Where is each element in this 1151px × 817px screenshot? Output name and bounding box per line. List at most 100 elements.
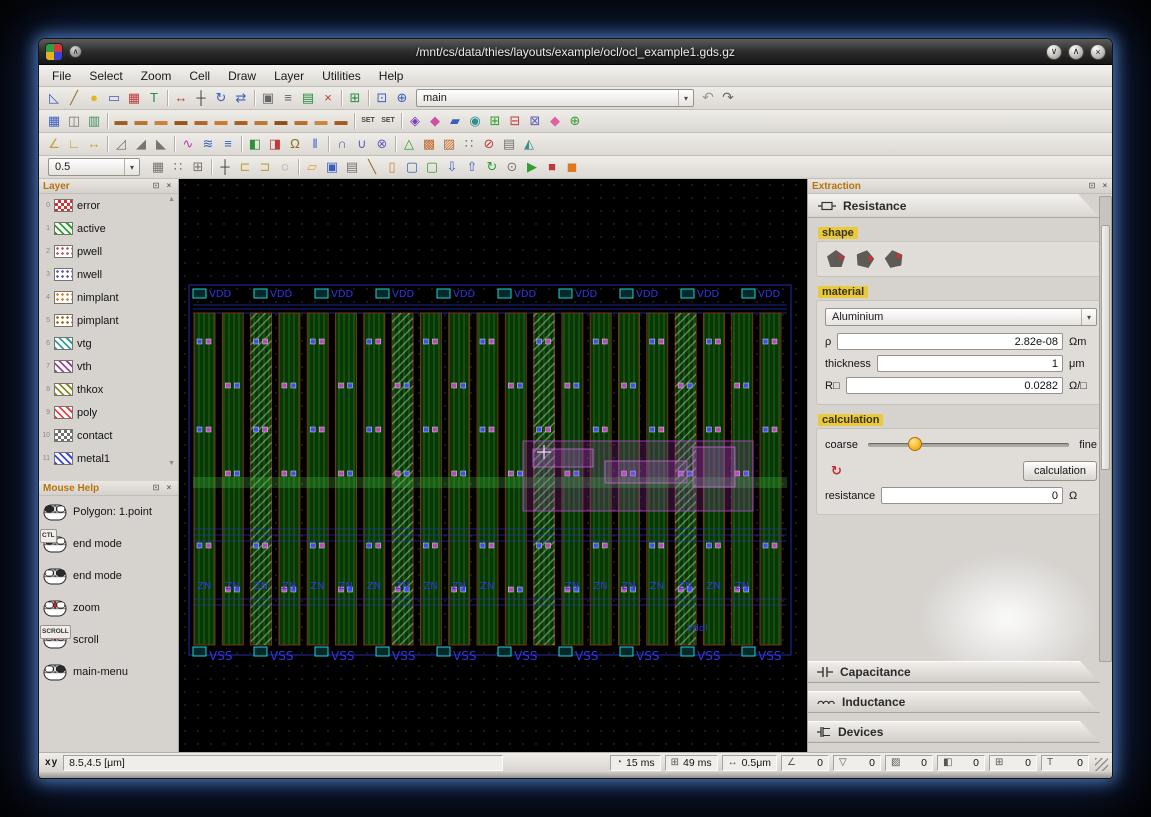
titlebar[interactable]: ∧ /mnt/cs/data/thies/layouts/example/ocl…	[39, 39, 1112, 65]
resistor-tool-icon[interactable]: Ω	[285, 134, 305, 154]
resize-grip[interactable]	[1095, 758, 1108, 771]
path-icon[interactable]: ∿	[178, 134, 198, 154]
snap-grid-icon[interactable]: ⊞	[188, 157, 208, 177]
export-icon[interactable]: ⇧	[462, 157, 482, 177]
calculation-button[interactable]: calculation	[1023, 461, 1097, 481]
scrollbar-thumb[interactable]	[1101, 225, 1110, 470]
section-capacitance[interactable]: Capacitance	[808, 661, 1100, 683]
measure-angle-icon[interactable]: ∠	[44, 134, 64, 154]
pmos-icon[interactable]: ◨	[265, 134, 285, 154]
pad-icon[interactable]: ◆	[425, 111, 445, 131]
open-icon[interactable]: ▱	[302, 157, 322, 177]
nmos-icon[interactable]: ◧	[245, 134, 265, 154]
set-width-icon[interactable]: SET	[358, 111, 378, 131]
dock-close-icon[interactable]: ×	[164, 180, 174, 192]
wire-width-icon[interactable]: ▬	[251, 111, 271, 131]
refresh-icon[interactable]: ↻	[482, 157, 502, 177]
dock-close-icon[interactable]: ×	[164, 482, 174, 494]
pen-icon[interactable]: ╲	[362, 157, 382, 177]
port-icon[interactable]: ◉	[465, 111, 485, 131]
rho-input[interactable]	[837, 333, 1063, 350]
cut-polygon-icon[interactable]: ⊟	[505, 111, 525, 131]
wire-width-icon[interactable]: ▬	[111, 111, 131, 131]
grid-draw-icon[interactable]: ▦	[44, 111, 64, 131]
set-layer-icon[interactable]: SET	[378, 111, 398, 131]
angle-90-icon[interactable]: ◣	[151, 134, 171, 154]
resolution-slider[interactable]	[868, 443, 1069, 447]
draw-path-icon[interactable]: ╱	[64, 88, 84, 108]
layer-active[interactable]: 1 active	[39, 217, 178, 240]
keep-above-button[interactable]: ∧	[69, 45, 82, 58]
flatten-icon[interactable]: ▤	[499, 134, 519, 154]
guides-icon[interactable]: ▥	[84, 111, 104, 131]
bus-icon[interactable]: ≡	[218, 134, 238, 154]
layer-nimplant[interactable]: 4 nimplant	[39, 286, 178, 309]
menu-cell[interactable]: Cell	[180, 65, 219, 87]
update-icon[interactable]: ↻	[831, 463, 842, 479]
view-3d-icon[interactable]: ◭	[519, 134, 539, 154]
mirror-icon[interactable]: ⇄	[231, 88, 251, 108]
wire-width-icon[interactable]: ▬	[131, 111, 151, 131]
menu-utilities[interactable]: Utilities	[313, 65, 370, 87]
rotate-icon[interactable]: ↻	[211, 88, 231, 108]
bool-or-icon[interactable]: ∪	[352, 134, 372, 154]
wire-width-icon[interactable]: ▬	[211, 111, 231, 131]
wire-width-icon[interactable]: ▬	[271, 111, 291, 131]
layer-poly[interactable]: 9 poly	[39, 401, 178, 424]
new-doc-icon[interactable]: ▢	[402, 157, 422, 177]
ruler-h-icon[interactable]: ⊏	[235, 157, 255, 177]
draw-circle-icon[interactable]: ●	[84, 88, 104, 108]
redo-icon[interactable]: ↷	[718, 88, 738, 108]
wire-width-icon[interactable]: ▬	[331, 111, 351, 131]
draw-shape-icon[interactable]: ◺	[44, 88, 64, 108]
menu-zoom[interactable]: Zoom	[132, 65, 181, 87]
app-icon[interactable]	[45, 43, 63, 61]
move-icon[interactable]: ┼	[191, 88, 211, 108]
import-icon[interactable]: ⇩	[442, 157, 462, 177]
wire-width-icon[interactable]: ▬	[191, 111, 211, 131]
layer-pimplant[interactable]: 5 pimplant	[39, 309, 178, 332]
clean-icon[interactable]: ⊘	[479, 134, 499, 154]
doc-ok-icon[interactable]: ▢	[422, 157, 442, 177]
shape-pentagon-icon[interactable]	[883, 248, 904, 268]
layer-contact[interactable]: 10 contact	[39, 424, 178, 447]
cell-list-icon[interactable]: ▤	[298, 88, 318, 108]
cell-combobox[interactable]: main ▾	[416, 89, 694, 107]
dot-fill-icon[interactable]: ∷	[459, 134, 479, 154]
stop-icon[interactable]: ■	[542, 157, 562, 177]
bool-and-icon[interactable]: ∩	[332, 134, 352, 154]
marker-icon[interactable]: ◆	[545, 111, 565, 131]
extraction-dock-title[interactable]: Extraction ⊡ ×	[808, 179, 1113, 194]
layer-vth[interactable]: 7 vth	[39, 355, 178, 378]
layer-nwell[interactable]: 3 nwell	[39, 263, 178, 286]
menu-file[interactable]: File	[43, 65, 80, 87]
menu-select[interactable]: Select	[80, 65, 131, 87]
highlight-icon[interactable]: ◼	[562, 157, 582, 177]
layer-error[interactable]: 0 error	[39, 194, 178, 217]
dock-float-icon[interactable]: ⊡	[151, 482, 161, 494]
layer-vtg[interactable]: 6 vtg	[39, 332, 178, 355]
zoom-fit-icon[interactable]: ⊡	[372, 88, 392, 108]
wire-icon[interactable]: ≋	[198, 134, 218, 154]
section-inductance[interactable]: Inductance	[808, 691, 1100, 713]
angle-45-icon[interactable]: ◢	[131, 134, 151, 154]
pan-icon[interactable]: ┼	[215, 157, 235, 177]
slider-handle[interactable]	[908, 437, 922, 451]
minimize-button[interactable]: ∨	[1046, 44, 1062, 60]
wire-width-icon[interactable]: ▬	[151, 111, 171, 131]
delete-icon[interactable]: ×	[318, 88, 338, 108]
grid-icon[interactable]: ▦	[148, 157, 168, 177]
add-polygon-icon[interactable]: ⊞	[485, 111, 505, 131]
menu-draw[interactable]: Draw	[219, 65, 265, 87]
layer-dock-title[interactable]: Layer ⊡ ×	[39, 179, 178, 194]
ruler-v-icon[interactable]: ⊐	[255, 157, 275, 177]
properties-icon[interactable]: ≡	[278, 88, 298, 108]
measure-corner-icon[interactable]: ∟	[64, 134, 84, 154]
bool-xor-icon[interactable]: ⊗	[372, 134, 392, 154]
close-button[interactable]: ×	[1090, 44, 1106, 60]
grid-dots-icon[interactable]: ∷	[168, 157, 188, 177]
layer-thkox[interactable]: 8 thkox	[39, 378, 178, 401]
select-icon[interactable]: ▣	[258, 88, 278, 108]
merge-polygon-icon[interactable]: ⊠	[525, 111, 545, 131]
capacitor-tool-icon[interactable]: ‖	[305, 134, 325, 154]
